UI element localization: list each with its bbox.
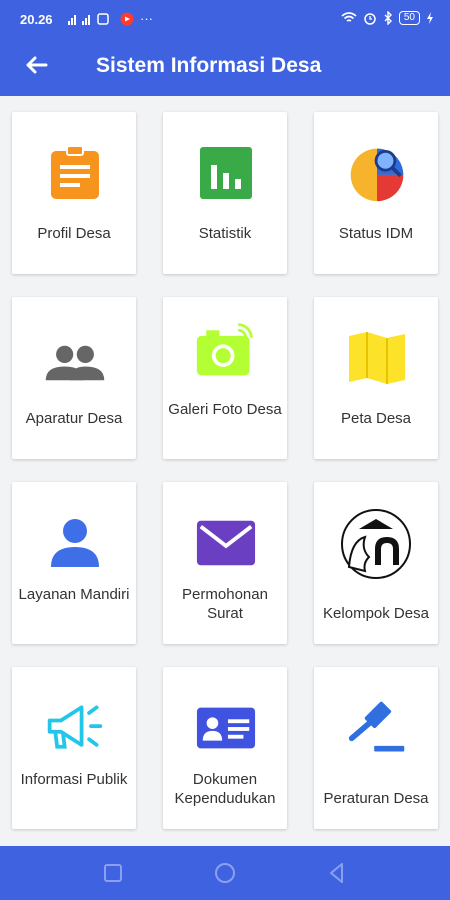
menu-item-label: Aparatur Desa (25, 410, 123, 427)
menu-item-label: Layanan Mandiri (18, 586, 130, 603)
menu-item-galeri-foto-desa[interactable]: Galeri Foto Desa (163, 297, 287, 459)
clipboard-icon (44, 142, 106, 204)
menu-item-profil-desa[interactable]: Profil Desa (12, 112, 136, 274)
charging-icon (427, 12, 433, 24)
menu-item-label: Profil Desa (37, 225, 111, 242)
menu-item-label: Status IDM (338, 225, 414, 242)
bar-chart-icon (195, 142, 257, 204)
pie-chart-magnifier-icon (346, 142, 408, 204)
status-right-icons: 50 (341, 11, 434, 25)
signal-icon (68, 12, 109, 25)
menu-item-label: Dokumen Kependudukan (174, 771, 276, 807)
battery-indicator: 50 (398, 11, 420, 25)
envelope-icon (195, 512, 257, 574)
wifi-icon (341, 12, 357, 22)
menu-item-kelompok-desa[interactable]: Kelompok Desa (314, 482, 438, 644)
person-icon (44, 512, 106, 574)
alarm-icon (364, 13, 376, 25)
back-arrow-icon[interactable] (22, 50, 52, 80)
signal-icons: ··· (68, 11, 153, 26)
more-notifications-icon: ··· (140, 11, 153, 26)
youtube-notification-icon (120, 12, 134, 25)
id-card-icon (195, 697, 257, 759)
menu-item-label: Permohonan Surat (182, 586, 268, 622)
page-title: Sistem Informasi Desa (96, 54, 322, 77)
menu-item-dokumen-kependudukan[interactable]: Dokumen Kependudukan (163, 667, 287, 829)
system-navigation-bar (0, 846, 450, 900)
bluetooth-icon (384, 11, 392, 25)
people-icon (44, 332, 106, 394)
menu-item-peta-desa[interactable]: Peta Desa (314, 297, 438, 459)
back-nav-icon[interactable] (325, 861, 349, 885)
app-bar: Sistem Informasi Desa (0, 40, 450, 96)
menu-item-permohonan-surat[interactable]: Permohonan Surat (163, 482, 287, 644)
gavel-icon (346, 697, 408, 759)
menu-item-label: Informasi Publik (20, 771, 128, 788)
menu-item-peraturan-desa[interactable]: Peraturan Desa (314, 667, 438, 829)
status-time: 20.26 (20, 12, 53, 27)
menu-item-aparatur-desa[interactable]: Aparatur Desa (12, 297, 136, 459)
menu-item-label: Statistik (198, 225, 252, 242)
status-bar: 20.26 ··· 50 (0, 0, 450, 40)
camera-icon (195, 319, 257, 381)
menu-item-statistik[interactable]: Statistik (163, 112, 287, 274)
group-logo-icon (338, 506, 414, 582)
recent-apps-icon[interactable] (101, 861, 125, 885)
menu-item-layanan-mandiri[interactable]: Layanan Mandiri (12, 482, 136, 644)
map-icon (346, 327, 408, 389)
menu-item-status-idm[interactable]: Status IDM (314, 112, 438, 274)
menu-item-label: Peraturan Desa (323, 790, 429, 807)
home-icon[interactable] (213, 861, 237, 885)
menu-item-informasi-publik[interactable]: Informasi Publik (12, 667, 136, 829)
menu-item-label: Galeri Foto Desa (168, 401, 282, 418)
menu-item-label: Kelompok Desa (323, 605, 429, 622)
megaphone-icon (44, 697, 106, 759)
menu-item-label: Peta Desa (340, 410, 412, 427)
